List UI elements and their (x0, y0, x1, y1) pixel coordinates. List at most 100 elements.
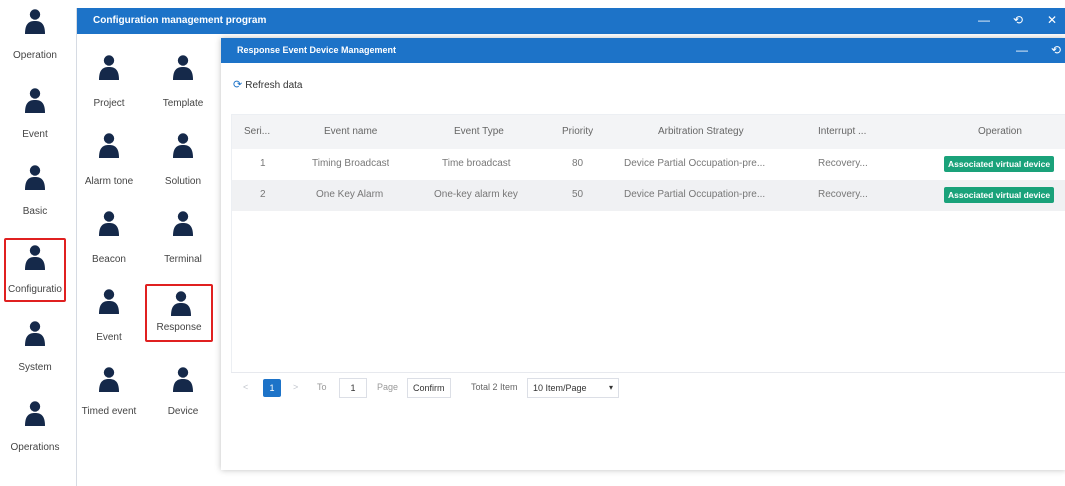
chevron-down-icon: ▾ (608, 383, 613, 392)
column-header-arbitration[interactable]: Arbitration Strategy (658, 126, 744, 137)
column-header-event-type[interactable]: Event Type (454, 126, 504, 137)
module-timed-event[interactable]: Timed event (77, 360, 141, 430)
user-icon (24, 400, 46, 426)
column-header-operation[interactable]: Operation (978, 126, 1022, 137)
user-icon (98, 288, 120, 314)
close-button[interactable]: ✕ (1043, 11, 1061, 29)
refresh-label: Refresh data (245, 80, 303, 91)
goto-page-input[interactable]: 1 (339, 378, 367, 398)
cell-arbitration: Device Partial Occupation-pre... (624, 189, 766, 200)
dialog-titlebar: Response Event Device Management — ⟲ (221, 38, 1065, 63)
user-icon (24, 8, 46, 34)
module-label: Terminal (164, 254, 202, 265)
user-icon (24, 320, 46, 346)
page-size-select[interactable]: 10 Item/Page ▾ (527, 378, 619, 398)
module-alarm-tone[interactable]: Alarm tone (77, 126, 141, 196)
program-title: Configuration management program (93, 15, 267, 26)
user-icon (24, 87, 46, 113)
dialog-title: Response Event Device Management (237, 45, 397, 55)
module-label: Beacon (92, 254, 126, 265)
module-label: Project (93, 98, 125, 109)
user-icon (98, 132, 120, 158)
module-label: Timed event (81, 406, 137, 417)
column-header-interrupt[interactable]: Interrupt ... (818, 126, 880, 137)
config-program-window: Configuration management program — ⟲ ✕ P… (76, 8, 1065, 486)
user-icon (98, 210, 120, 236)
sidebar-item-label: Operation (13, 50, 57, 61)
sidebar-item-label: System (18, 362, 52, 373)
module-terminal[interactable]: Terminal (151, 204, 215, 274)
confirm-button[interactable]: Confirm (407, 378, 451, 398)
module-beacon[interactable]: Beacon (77, 204, 141, 274)
module-device[interactable]: Device (151, 360, 215, 430)
cell-serial: 1 (260, 158, 266, 169)
module-label: Device (167, 406, 199, 417)
sidebar-item-configuration[interactable]: Configuratio (4, 238, 66, 302)
sidebar-item-system[interactable]: System (4, 318, 66, 382)
cell-interrupt: Recovery... (818, 158, 868, 169)
module-label: Alarm tone (84, 176, 134, 187)
cell-priority: 50 (572, 189, 584, 200)
user-icon (172, 132, 194, 158)
restore-button[interactable]: ⟲ (1047, 41, 1065, 59)
user-icon (172, 54, 194, 80)
cell-event-name: Timing Broadcast (312, 158, 390, 169)
column-header-event-name[interactable]: Event name (324, 126, 377, 137)
program-titlebar: Configuration management program — ⟲ ✕ (77, 8, 1065, 34)
module-label: Event (96, 332, 122, 343)
column-header-priority[interactable]: Priority (562, 126, 593, 137)
sidebar-item-label: Basic (22, 206, 48, 217)
main-sidebar: Operation Event Basic Configuratio Syste… (0, 0, 70, 486)
app-root: Operation Event Basic Configuratio Syste… (0, 0, 1065, 486)
cell-event-type: Time broadcast (442, 158, 511, 169)
minimize-button[interactable]: — (975, 11, 993, 29)
user-icon (170, 290, 192, 316)
column-header-serial[interactable]: Seri... (244, 126, 278, 137)
event-table: Seri... Event name Event Type Priority A… (231, 114, 1065, 404)
cell-event-type: One-key alarm key (434, 189, 518, 200)
sidebar-item-label: Event (22, 129, 48, 140)
user-icon (98, 366, 120, 392)
page-number-current[interactable]: 1 (263, 379, 281, 397)
user-icon (172, 210, 194, 236)
table-row[interactable]: 1 Timing Broadcast Time broadcast 80 Dev… (232, 149, 1065, 180)
sidebar-item-event[interactable]: Event (4, 85, 66, 149)
page-label: Page (377, 382, 399, 392)
module-response[interactable]: Response (145, 284, 213, 342)
refresh-icon: ⟳ (233, 79, 243, 91)
table-row[interactable]: 2 One Key Alarm One-key alarm key 50 Dev… (232, 180, 1065, 211)
cell-serial: 2 (260, 189, 266, 200)
sidebar-item-operation[interactable]: Operation (4, 6, 66, 70)
module-label: Solution (164, 176, 202, 187)
restore-button[interactable]: ⟲ (1009, 11, 1027, 29)
module-event[interactable]: Event (77, 282, 141, 352)
prev-page-button[interactable]: < (243, 382, 248, 392)
user-icon (24, 164, 46, 190)
pagination: < 1 > To 1 Page Confirm Total 2 Item 10 … (231, 372, 1065, 404)
module-project[interactable]: Project (77, 48, 141, 118)
cell-priority: 80 (572, 158, 584, 169)
sidebar-item-operations[interactable]: Operations (4, 398, 66, 462)
goto-label: To (317, 382, 327, 392)
cell-interrupt: Recovery... (818, 189, 868, 200)
cell-arbitration: Device Partial Occupation-pre... (624, 158, 766, 169)
module-label: Template (162, 98, 204, 109)
refresh-data-button[interactable]: ⟳ Refresh data (233, 78, 302, 91)
associated-virtual-device-button[interactable]: Associated virtual device (944, 156, 1055, 172)
cell-event-name: One Key Alarm (316, 189, 384, 200)
user-icon (98, 54, 120, 80)
sidebar-item-basic[interactable]: Basic (4, 162, 66, 226)
user-icon (172, 366, 194, 392)
table-header: Seri... Event name Event Type Priority A… (232, 115, 1065, 149)
sidebar-item-label: Operations (10, 442, 60, 453)
associated-virtual-device-button[interactable]: Associated virtual device (944, 187, 1055, 203)
user-icon (24, 244, 46, 270)
module-solution[interactable]: Solution (151, 126, 215, 196)
minimize-button[interactable]: — (1013, 41, 1031, 59)
total-items: Total 2 Item (471, 382, 518, 392)
response-event-dialog: Response Event Device Management — ⟲ ⟳ Re… (221, 38, 1065, 470)
module-template[interactable]: Template (151, 48, 215, 118)
next-page-button[interactable]: > (293, 382, 298, 392)
sidebar-item-label: Configuratio (8, 284, 62, 295)
module-label: Response (156, 322, 202, 333)
